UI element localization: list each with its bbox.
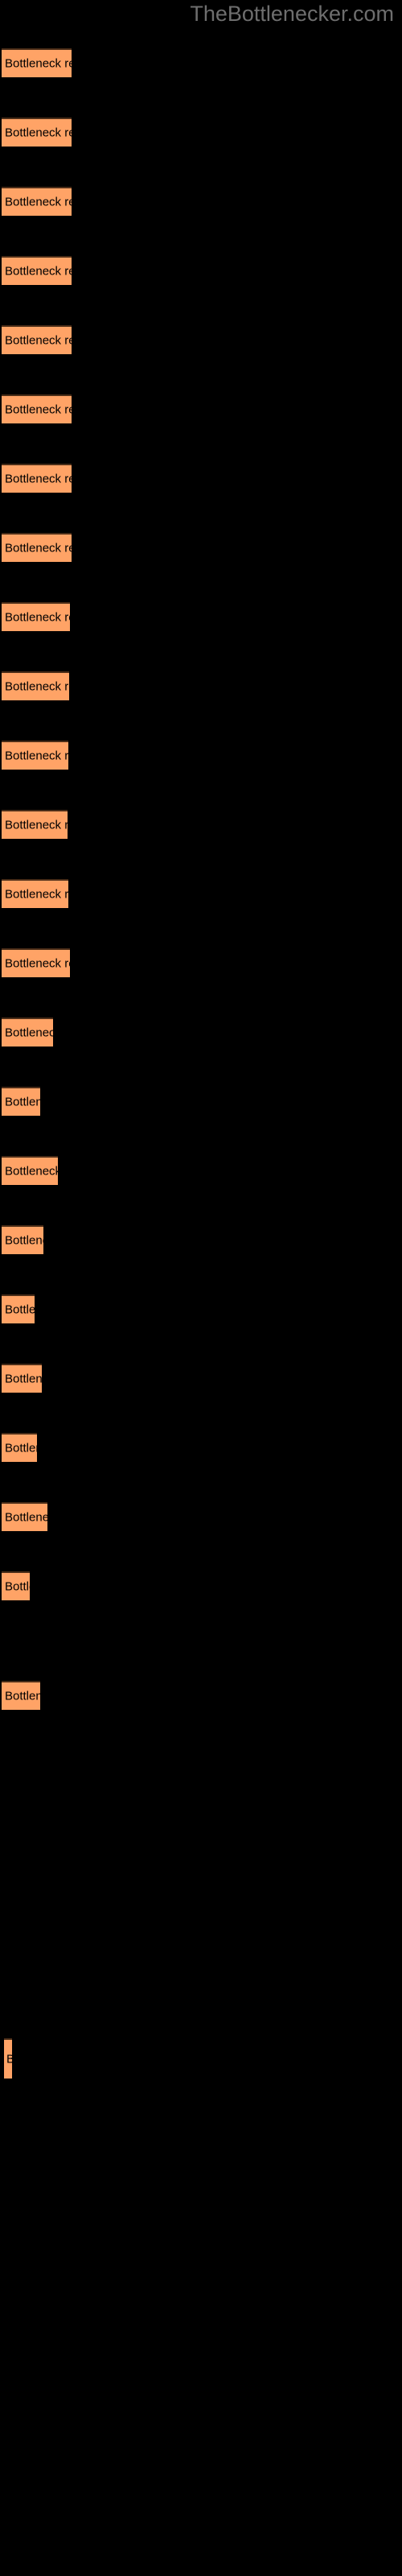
bar-6[interactable]: Bottleneck result (2, 394, 72, 423)
bar-19[interactable]: Bottleneck result (2, 1294, 35, 1323)
bar-9[interactable]: Bottleneck result (2, 602, 70, 631)
bar-18[interactable]: Bottleneck result (2, 1225, 43, 1254)
bar-label: Bottleneck result (5, 195, 72, 209)
bar-7[interactable]: Bottleneck result (2, 464, 72, 493)
bar-10[interactable]: Bottleneck result (2, 671, 69, 700)
bar-label: Bottleneck result (5, 749, 68, 763)
bar-16[interactable]: Bottleneck result (2, 1087, 40, 1116)
bar-label: Bottleneck result (5, 541, 72, 555)
bar-label: Bottleneck result (5, 956, 70, 971)
bar-label: Bottleneck result (5, 1164, 58, 1179)
site-watermark: TheBottlenecker.com (190, 2, 394, 26)
bar-label: Bottleneck result (5, 1372, 42, 1386)
bar-label: Bottleneck result (5, 1510, 47, 1525)
bar-23[interactable]: Bottleneck result (2, 1571, 30, 1600)
bar-label: Bottleneck result (5, 333, 72, 348)
bar-label: Bottleneck result (5, 126, 72, 140)
bar-label: Bottleneck result (5, 1095, 40, 1109)
bar-24[interactable]: Bottleneck result (2, 1681, 40, 1710)
bar-label: Bottleneck result (5, 1233, 43, 1248)
bar-8[interactable]: Bottleneck result (2, 533, 72, 562)
bar-17[interactable]: Bottleneck result (2, 1156, 58, 1185)
bar-label: Bottleneck result (5, 1689, 40, 1703)
bar-label: Bottleneck result (5, 887, 68, 902)
bar-25[interactable]: Bottleneck result (4, 2038, 12, 2079)
bar-21[interactable]: Bottleneck result (2, 1433, 37, 1462)
bar-chart-canvas: TheBottlenecker.com Bottleneck result Bot… (0, 0, 402, 2576)
bar-15[interactable]: Bottleneck result (2, 1018, 53, 1046)
bar-label: Bottleneck result (5, 610, 70, 625)
bar-label: Bottleneck result (5, 818, 68, 832)
bar-2[interactable]: Bottleneck result (2, 118, 72, 147)
bar-4[interactable]: Bottleneck result (2, 256, 72, 285)
bar-label: Bottleneck result (5, 264, 72, 279)
bar-11[interactable]: Bottleneck result (2, 741, 68, 770)
bar-22[interactable]: Bottleneck result (2, 1502, 47, 1531)
bar-label: Bottleneck result (5, 56, 72, 71)
bar-1[interactable]: Bottleneck result (2, 48, 72, 77)
bar-label: Bottleneck result (5, 1302, 35, 1317)
bar-14[interactable]: Bottleneck result (2, 948, 70, 977)
bar-label: Bottleneck result (5, 1579, 30, 1594)
bar-12[interactable]: Bottleneck result (2, 810, 68, 839)
bar-5[interactable]: Bottleneck result (2, 325, 72, 354)
bar-13[interactable]: Bottleneck result (2, 879, 68, 908)
bar-label: Bottleneck result (6, 2053, 12, 2066)
bar-3[interactable]: Bottleneck result (2, 187, 72, 216)
bar-label: Bottleneck result (5, 1441, 37, 1455)
bar-label: Bottleneck result (5, 402, 72, 417)
bar-20[interactable]: Bottleneck result (2, 1364, 42, 1393)
bar-label: Bottleneck result (5, 679, 69, 694)
bar-label: Bottleneck result (5, 1026, 53, 1040)
bar-label: Bottleneck result (5, 472, 72, 486)
